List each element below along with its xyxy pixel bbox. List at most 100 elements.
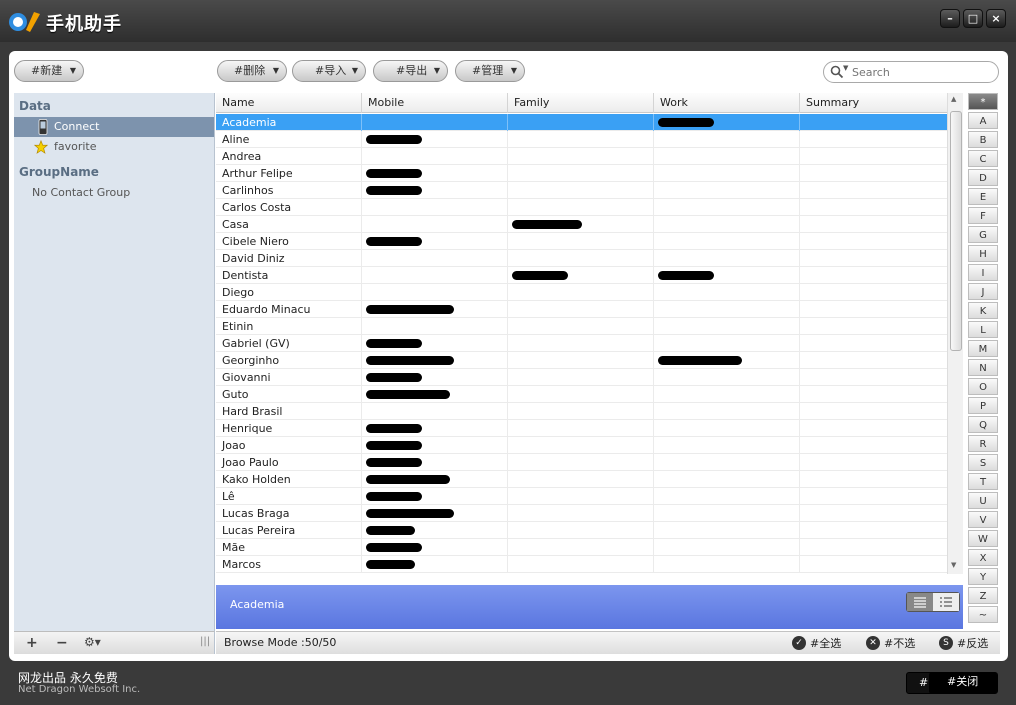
- redacted-value: [366, 390, 450, 399]
- cell-name: Lê: [216, 488, 362, 505]
- import-button[interactable]: #导入 ▼: [292, 60, 366, 82]
- alphabet-index-button[interactable]: H: [968, 245, 998, 262]
- column-header-work[interactable]: Work: [654, 93, 800, 113]
- table-row[interactable]: Dentista: [216, 267, 947, 284]
- gear-icon[interactable]: ⚙▾: [84, 635, 101, 649]
- table-row[interactable]: Academia: [216, 114, 947, 131]
- close-button[interactable]: ×: [986, 9, 1006, 28]
- scroll-down-icon[interactable]: ▼: [951, 561, 956, 569]
- cell-work: [654, 488, 800, 505]
- alphabet-index-button[interactable]: M: [968, 340, 998, 357]
- table-row[interactable]: Diego: [216, 284, 947, 301]
- remove-group-button[interactable]: −: [56, 635, 68, 651]
- alphabet-index-button[interactable]: N: [968, 359, 998, 376]
- select-all-label: #全选: [810, 637, 842, 650]
- invert-selection-button[interactable]: S #反选: [939, 635, 988, 652]
- alphabet-index-button[interactable]: D: [968, 169, 998, 186]
- sidebar-item-label: favorite: [54, 140, 97, 153]
- cell-family: [508, 267, 654, 284]
- alphabet-index-button[interactable]: Q: [968, 416, 998, 433]
- new-button[interactable]: #新建 ▼: [14, 60, 84, 82]
- alphabet-index-button[interactable]: T: [968, 473, 998, 490]
- alphabet-index-button[interactable]: J: [968, 283, 998, 300]
- alphabet-index-button[interactable]: Y: [968, 568, 998, 585]
- alphabet-index-button[interactable]: I: [968, 264, 998, 281]
- table-row[interactable]: Georginho: [216, 352, 947, 369]
- column-header-summary[interactable]: Summary: [800, 93, 947, 113]
- alphabet-index-button[interactable]: S: [968, 454, 998, 471]
- table-row[interactable]: Andrea: [216, 148, 947, 165]
- manage-button[interactable]: #管理 ▼: [455, 60, 525, 82]
- alphabet-index-button[interactable]: X: [968, 549, 998, 566]
- table-row[interactable]: Joao: [216, 437, 947, 454]
- alphabet-index-button[interactable]: E: [968, 188, 998, 205]
- alphabet-index-button[interactable]: B: [968, 131, 998, 148]
- view-toggle[interactable]: [906, 592, 960, 612]
- table-row[interactable]: Gabriel (GV): [216, 335, 947, 352]
- table-row[interactable]: Guto: [216, 386, 947, 403]
- maximize-button[interactable]: □: [963, 9, 983, 28]
- sidebar-item-no-contact-group[interactable]: No Contact Group: [14, 183, 214, 203]
- table-row[interactable]: Lucas Braga: [216, 505, 947, 522]
- table-row[interactable]: Carlinhos: [216, 182, 947, 199]
- table-row[interactable]: Etinin: [216, 318, 947, 335]
- sidebar-item-favorite[interactable]: favorite: [14, 137, 214, 157]
- table-row[interactable]: Lê: [216, 488, 947, 505]
- table-row[interactable]: Mãe: [216, 539, 947, 556]
- alphabet-index-button[interactable]: A: [968, 112, 998, 129]
- alphabet-index-button[interactable]: L: [968, 321, 998, 338]
- table-row[interactable]: Giovanni: [216, 369, 947, 386]
- alphabet-index-button[interactable]: *: [968, 93, 998, 110]
- cell-mobile: [362, 420, 508, 437]
- export-button[interactable]: #导出 ▼: [373, 60, 448, 82]
- alphabet-index-button[interactable]: F: [968, 207, 998, 224]
- close-app-button[interactable]: # #关闭: [906, 672, 998, 694]
- column-header-mobile[interactable]: Mobile: [362, 93, 508, 113]
- cell-summary: [800, 284, 947, 301]
- alphabet-index-button[interactable]: Z: [968, 587, 998, 604]
- delete-button[interactable]: #删除 ▼: [217, 60, 287, 82]
- cell-work: [654, 216, 800, 233]
- column-header-name[interactable]: Name: [216, 93, 362, 113]
- column-header-family[interactable]: Family: [508, 93, 654, 113]
- search-box[interactable]: ▼: [823, 61, 999, 83]
- table-row[interactable]: Eduardo Minacu: [216, 301, 947, 318]
- cell-mobile: [362, 369, 508, 386]
- cell-name: Andrea: [216, 148, 362, 165]
- table-row[interactable]: Henrique: [216, 420, 947, 437]
- sidebar-item-connect[interactable]: Connect: [14, 117, 214, 137]
- alphabet-index-button[interactable]: R: [968, 435, 998, 452]
- table-row[interactable]: Kako Holden: [216, 471, 947, 488]
- alphabet-index-button[interactable]: P: [968, 397, 998, 414]
- resize-grip-icon[interactable]: |||: [200, 636, 210, 647]
- table-row[interactable]: Arthur Felipe: [216, 165, 947, 182]
- detail-view-icon[interactable]: [933, 593, 959, 611]
- list-view-icon[interactable]: [907, 593, 933, 611]
- alphabet-index-button[interactable]: U: [968, 492, 998, 509]
- vertical-scrollbar[interactable]: ▲ ▼: [947, 93, 963, 574]
- table-row[interactable]: Casa: [216, 216, 947, 233]
- minimize-button[interactable]: –: [940, 9, 960, 28]
- cell-mobile: [362, 131, 508, 148]
- alphabet-index-button[interactable]: K: [968, 302, 998, 319]
- table-row[interactable]: Aline: [216, 131, 947, 148]
- table-row[interactable]: Hard Brasil: [216, 403, 947, 420]
- alphabet-index-button[interactable]: O: [968, 378, 998, 395]
- select-none-button[interactable]: ✕ #不选: [866, 635, 915, 652]
- table-row[interactable]: Marcos: [216, 556, 947, 573]
- alphabet-index-button[interactable]: G: [968, 226, 998, 243]
- table-row[interactable]: Cibele Niero: [216, 233, 947, 250]
- add-group-button[interactable]: +: [26, 635, 38, 651]
- alphabet-index-button[interactable]: C: [968, 150, 998, 167]
- scroll-up-icon[interactable]: ▲: [951, 95, 956, 103]
- select-all-button[interactable]: ✓ #全选: [792, 635, 841, 652]
- alphabet-index-button[interactable]: W: [968, 530, 998, 547]
- table-row[interactable]: Joao Paulo: [216, 454, 947, 471]
- table-row[interactable]: Carlos Costa: [216, 199, 947, 216]
- table-row[interactable]: Lucas Pereira: [216, 522, 947, 539]
- table-row[interactable]: David Diniz: [216, 250, 947, 267]
- scrollbar-thumb[interactable]: [950, 111, 962, 351]
- alphabet-index-button[interactable]: V: [968, 511, 998, 528]
- alphabet-index-button[interactable]: ~: [968, 606, 998, 623]
- search-input[interactable]: [852, 64, 992, 80]
